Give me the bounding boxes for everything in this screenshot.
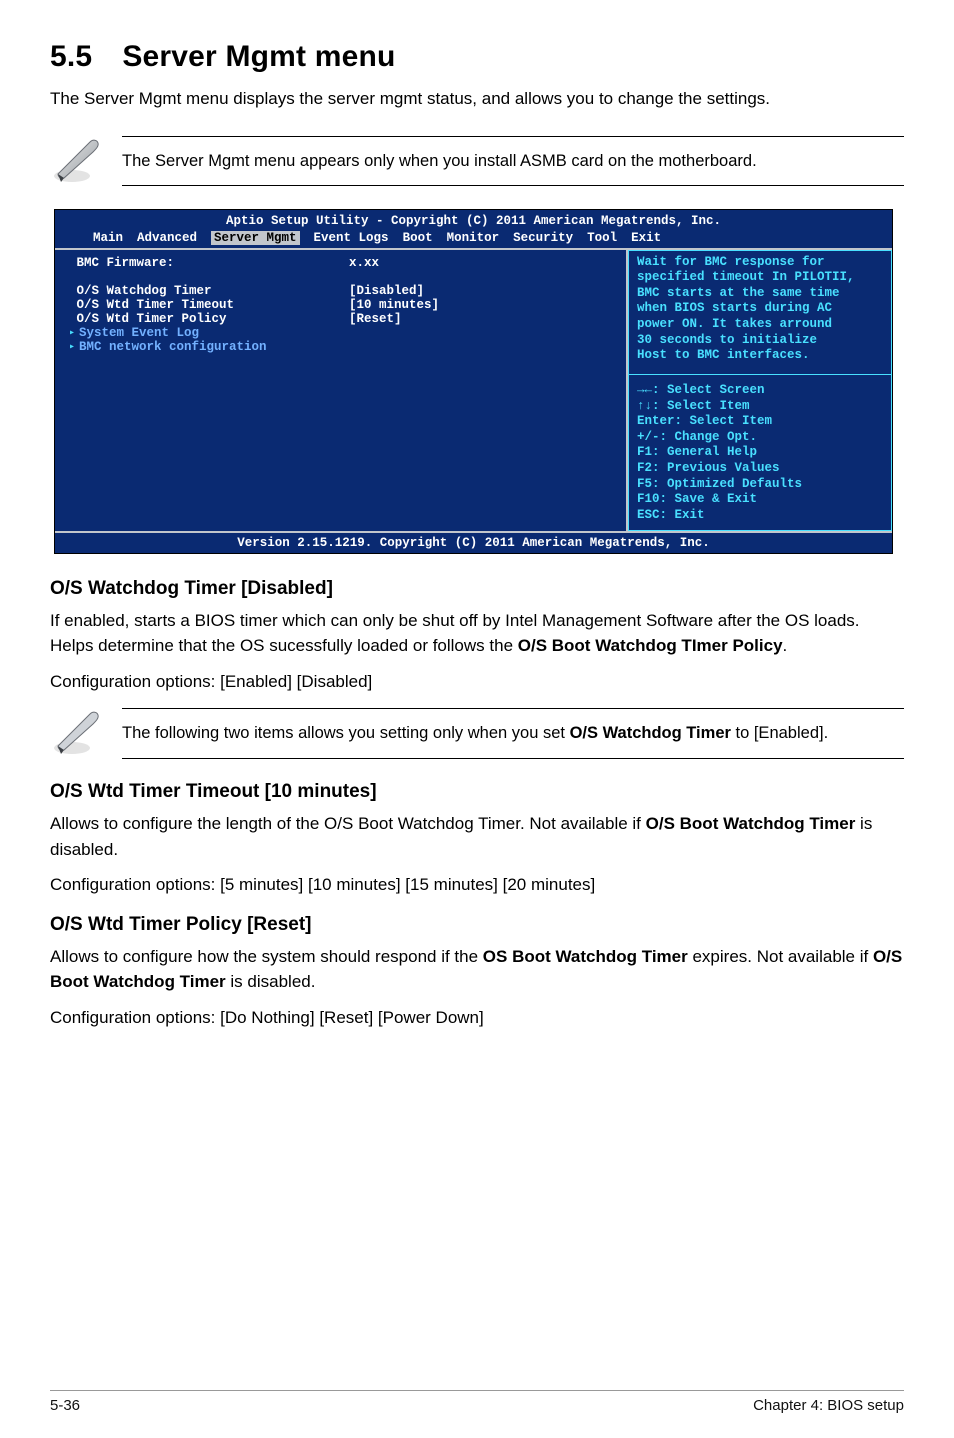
note-icon bbox=[50, 704, 104, 763]
section-title-text: Server Mgmt menu bbox=[122, 40, 395, 73]
bios-setting-row[interactable]: O/S Wtd Timer Policy[Reset] bbox=[69, 312, 616, 326]
bios-help-line: power ON. It takes arround bbox=[637, 317, 883, 333]
footer-left: 5-36 bbox=[50, 1397, 80, 1414]
bios-nav-hint: ESC: Exit bbox=[637, 508, 883, 524]
bios-submenu-link[interactable]: BMC network configuration bbox=[69, 340, 616, 354]
bios-help-line: Wait for BMC response for bbox=[637, 255, 883, 271]
bios-left-panel: BMC Firmware:x.xx O/S Watchdog Timer[Dis… bbox=[55, 250, 628, 531]
intro-paragraph: The Server Mgmt menu displays the server… bbox=[50, 86, 904, 112]
bios-tab-security[interactable]: Security bbox=[513, 231, 573, 245]
sub2-body: Allows to configure the length of the O/… bbox=[50, 811, 904, 862]
bios-tabs: Main Advanced Server Mgmt Event Logs Boot Mon… bbox=[55, 228, 892, 248]
bios-help-line: specified timeout In PILOTII, bbox=[637, 270, 883, 286]
bios-setting-row[interactable]: O/S Wtd Timer Timeout[10 minutes] bbox=[69, 298, 616, 312]
bios-help-panel: Wait for BMC response forspecified timeo… bbox=[628, 250, 892, 531]
bios-screen: Aptio Setup Utility - Copyright (C) 2011… bbox=[54, 209, 893, 554]
bios-tab-main[interactable]: Main bbox=[93, 231, 123, 245]
bios-setting-row[interactable] bbox=[69, 270, 616, 284]
bios-help-line: Host to BMC interfaces. bbox=[637, 348, 883, 364]
sub3-config: Configuration options: [Do Nothing] [Res… bbox=[50, 1005, 904, 1031]
bios-help-line: when BIOS starts during AC bbox=[637, 301, 883, 317]
note-icon bbox=[50, 132, 104, 191]
footer-right: Chapter 4: BIOS setup bbox=[753, 1397, 904, 1414]
sub1-body: If enabled, starts a BIOS timer which ca… bbox=[50, 608, 904, 659]
sub3-body: Allows to configure how the system shoul… bbox=[50, 944, 904, 995]
bios-help-line: 30 seconds to initialize bbox=[637, 333, 883, 349]
bios-nav-hint: ↑↓: Select Item bbox=[637, 399, 883, 415]
bios-submenu-link[interactable]: System Event Log bbox=[69, 326, 616, 340]
page-footer: 5-36 Chapter 4: BIOS setup bbox=[50, 1390, 904, 1414]
bios-tab-advanced[interactable]: Advanced bbox=[137, 231, 197, 245]
bios-nav-hint: F10: Save & Exit bbox=[637, 492, 883, 508]
bios-help-line: BMC starts at the same time bbox=[637, 286, 883, 302]
sub3-heading: O/S Wtd Timer Policy [Reset] bbox=[50, 914, 904, 936]
bios-nav-hint: +/-: Change Opt. bbox=[637, 430, 883, 446]
bios-setting-row[interactable]: O/S Watchdog Timer[Disabled] bbox=[69, 284, 616, 298]
bios-tab-monitor[interactable]: Monitor bbox=[447, 231, 500, 245]
section-number: 5.5 bbox=[50, 40, 92, 73]
bios-nav-hint: Enter: Select Item bbox=[637, 414, 883, 430]
bios-header: Aptio Setup Utility - Copyright (C) 2011… bbox=[55, 210, 892, 248]
bios-nav-hint: F5: Optimized Defaults bbox=[637, 477, 883, 493]
note-text-1: The Server Mgmt menu appears only when y… bbox=[122, 136, 904, 187]
bios-tab-server-mgmt[interactable]: Server Mgmt bbox=[211, 231, 300, 245]
note-block-1: The Server Mgmt menu appears only when y… bbox=[50, 132, 904, 191]
bios-nav-hint: F1: General Help bbox=[637, 445, 883, 461]
bios-tab-tool[interactable]: Tool bbox=[587, 231, 617, 245]
bios-tab-boot[interactable]: Boot bbox=[403, 231, 433, 245]
bios-footer: Version 2.15.1219. Copyright (C) 2011 Am… bbox=[55, 533, 892, 553]
bios-setting-row[interactable]: BMC Firmware:x.xx bbox=[69, 256, 616, 270]
bios-nav-hint: →←: Select Screen bbox=[637, 383, 883, 399]
sub1-heading: O/S Watchdog Timer [Disabled] bbox=[50, 578, 904, 600]
note-text-2: The following two items allows you setti… bbox=[122, 708, 904, 759]
sub2-config: Configuration options: [5 minutes] [10 m… bbox=[50, 872, 904, 898]
sub1-config: Configuration options: [Enabled] [Disabl… bbox=[50, 669, 904, 695]
bios-nav-hint: F2: Previous Values bbox=[637, 461, 883, 477]
bios-header-line: Aptio Setup Utility - Copyright (C) 2011… bbox=[55, 214, 892, 228]
section-heading: 5.5 Server Mgmt menu bbox=[50, 40, 904, 74]
bios-tab-event-logs[interactable]: Event Logs bbox=[314, 231, 389, 245]
note-block-2: The following two items allows you setti… bbox=[50, 704, 904, 763]
bios-tab-exit[interactable]: Exit bbox=[631, 231, 661, 245]
sub2-heading: O/S Wtd Timer Timeout [10 minutes] bbox=[50, 781, 904, 803]
